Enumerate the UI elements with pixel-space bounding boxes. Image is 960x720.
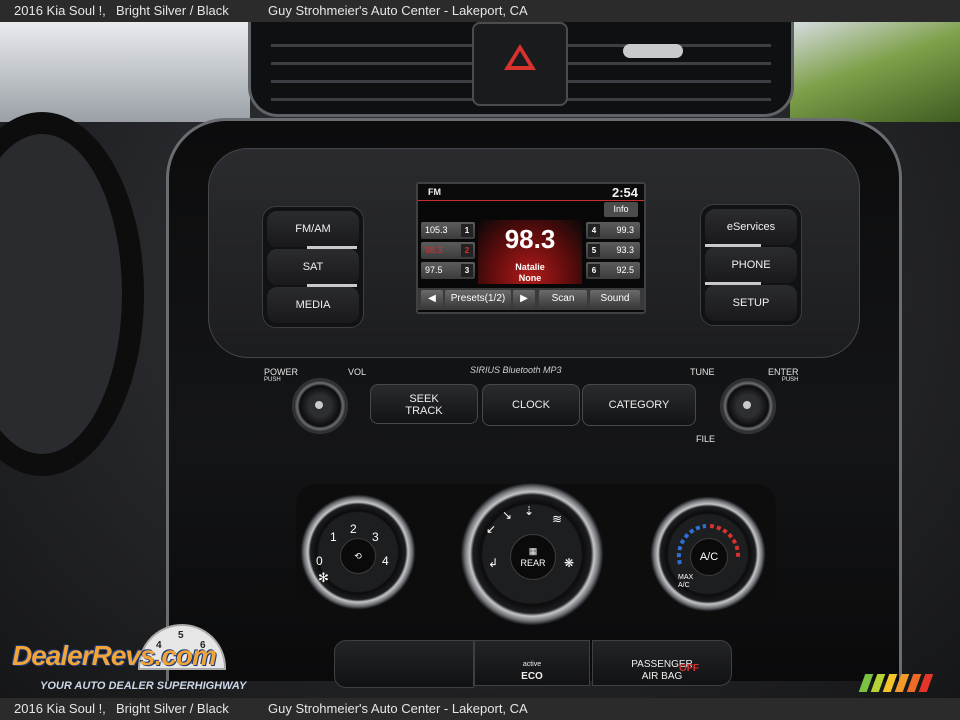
clock-display: 2:54 — [611, 185, 638, 200]
radio-screen: FM 2:54 Info 105.3 1 98.3 2 97.5 3 4 99.3 59… — [416, 182, 646, 314]
fan-icon: ✻ — [318, 570, 329, 585]
presets-page-button[interactable]: Presets(1/2) — [445, 290, 511, 308]
caption-bar-bottom: 2016 Kia Soul !, Bright Silver / Black G… — [0, 698, 960, 720]
tune-knob[interactable] — [720, 378, 776, 434]
hazard-icon — [504, 44, 536, 70]
file-label: FILE — [696, 434, 716, 444]
right-button-group: eServices PHONE SETUP — [700, 204, 802, 326]
power-label: POWER PUSH — [264, 367, 299, 383]
preset-3[interactable]: 97.5 3 — [421, 262, 475, 279]
preset-1[interactable]: 105.3 1 — [421, 222, 475, 239]
brand-stripes-icon — [858, 674, 934, 692]
floor-defrost-icon: ≋ — [552, 512, 563, 526]
dealer-tagline: YOUR AUTO DEALER SUPERHIGHWAY — [40, 680, 247, 692]
frequency-display: 98.3 — [504, 224, 556, 254]
bilevel-vent-icon: ↘ — [502, 508, 513, 522]
passenger-airbag-indicator: PASSENGER AIR BAG OFF — [592, 640, 732, 686]
fm-am-button[interactable]: FM/AM — [267, 211, 359, 249]
vent-tab[interactable] — [623, 44, 683, 58]
left-button-group: FM/AM SAT MEDIA — [262, 206, 364, 328]
temperature-dial[interactable]: A/C MAX A/C — [650, 496, 766, 612]
fan-speed-dial[interactable]: 1 2 3 4 0 ⟲ ✻ — [300, 494, 416, 610]
floor-vent-icon: ⇣ — [524, 504, 535, 518]
scan-button[interactable]: Scan — [539, 290, 587, 308]
band-label: FM — [428, 187, 441, 197]
caption-dealer-bottom: Guy Strohmeier's Auto Center - Lakeport,… — [268, 701, 528, 716]
window-left — [0, 22, 250, 122]
eservices-button[interactable]: eServices — [705, 209, 797, 247]
setup-button[interactable]: SETUP — [705, 285, 797, 321]
category-button[interactable]: CATEGORY — [582, 384, 696, 426]
preset-5[interactable]: 5 93.3 — [586, 242, 640, 259]
recirculation-icon[interactable]: ⟲ — [340, 538, 376, 574]
dealer-brand: DealerRevs.com — [12, 640, 217, 671]
tune-label: TUNE — [690, 367, 715, 377]
caption-model: 2016 Kia Soul !, — [14, 3, 106, 18]
preset-4[interactable]: 4 99.3 — [586, 222, 640, 239]
artist-text: Natalie — [515, 262, 545, 272]
enter-label: ENTER PUSH — [768, 367, 799, 383]
steering-wheel — [0, 112, 144, 476]
caption-model-bottom: 2016 Kia Soul !, — [14, 701, 106, 716]
preset-2[interactable]: 98.3 2 — [421, 242, 475, 259]
rear-defrost-button[interactable]: ▦ REAR — [510, 534, 556, 580]
title-text: None — [518, 273, 542, 283]
window-right — [790, 22, 960, 122]
prev-preset-icon[interactable]: ◀ — [421, 290, 443, 308]
sound-button[interactable]: Sound — [590, 290, 640, 308]
screen-header: FM 2:54 — [418, 184, 644, 201]
seek-track-button[interactable]: SEEK TRACK — [370, 384, 478, 424]
defrost-icon: ❋ — [564, 556, 575, 570]
blank-switch[interactable] — [334, 640, 474, 688]
ac-button[interactable]: A/C — [690, 538, 728, 576]
media-button[interactable]: MEDIA — [267, 287, 359, 323]
airbag-off-status: OFF — [679, 663, 699, 674]
caption-color: Bright Silver / Black — [116, 3, 229, 18]
max-ac-label: MAX A/C — [678, 574, 694, 589]
caption-bar-top: 2016 Kia Soul !, Bright Silver / Black G… — [0, 0, 960, 22]
sat-button[interactable]: SAT — [267, 249, 359, 287]
softkey-bar: ◀ Presets(1/2) ▶ Scan Sound — [418, 288, 644, 310]
clock-button[interactable]: CLOCK — [482, 384, 580, 426]
phone-button[interactable]: PHONE — [705, 247, 797, 285]
info-button[interactable]: Info — [604, 202, 638, 217]
audio-logos: SIRIUS Bluetooth MP3 — [470, 365, 562, 375]
next-preset-icon[interactable]: ▶ — [513, 290, 535, 308]
air-mode-dial[interactable]: ↙ ↘ ⇣ ≋ ↲ ❋ ▦ REAR — [460, 482, 604, 626]
caption-dealer: Guy Strohmeier's Auto Center - Lakeport,… — [268, 3, 528, 18]
caption-color-bottom: Bright Silver / Black — [116, 701, 229, 716]
face-vent-icon: ↙ — [486, 522, 497, 536]
feet-icon: ↲ — [488, 556, 499, 570]
eco-button[interactable]: active ECO — [474, 640, 590, 686]
volume-knob[interactable] — [292, 378, 348, 434]
hazard-button[interactable] — [472, 22, 568, 106]
preset-6[interactable]: 6 92.5 — [586, 262, 640, 279]
vol-label: VOL — [348, 367, 367, 377]
